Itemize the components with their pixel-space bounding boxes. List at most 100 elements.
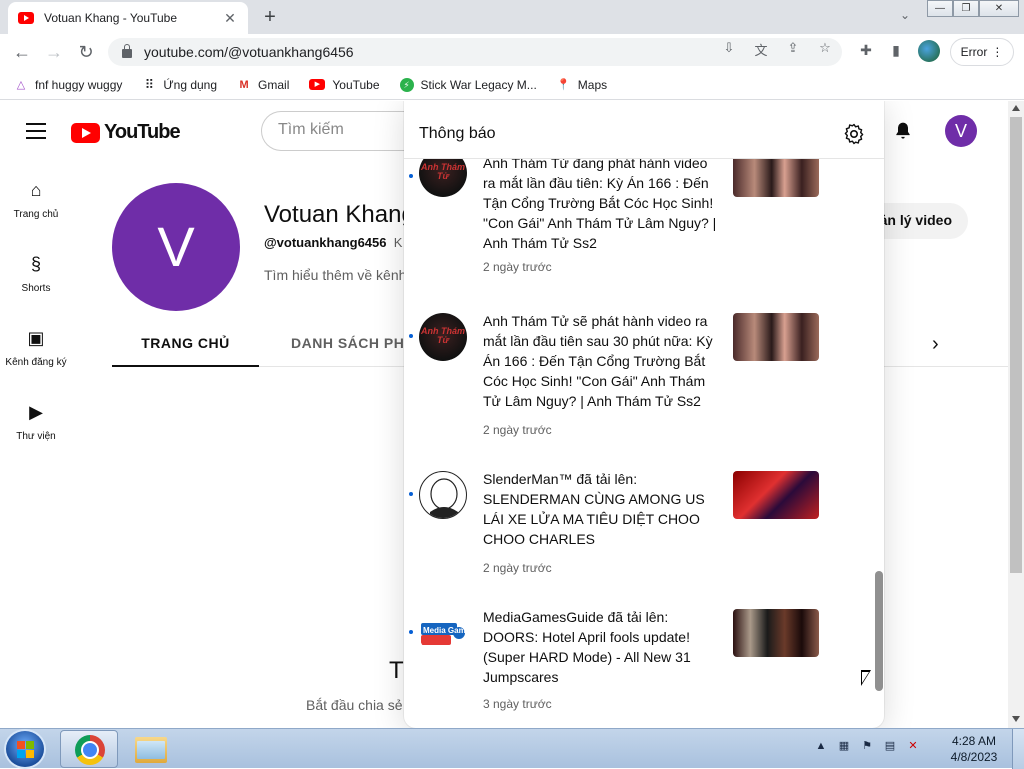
system-tray: ▲ ▦ ⚑ ▤ ✕ — [814, 739, 920, 753]
handle-text: @votuankhang6456 — [264, 235, 387, 250]
notification-item[interactable]: Anh Thám Tử Anh Thám Tử đang phát hành v… — [404, 159, 874, 303]
bookmark-maps[interactable]: 📍 Maps — [557, 78, 607, 92]
guide-label: Trang chủ — [13, 209, 59, 220]
guide-item-shorts[interactable]: § Shorts — [0, 235, 72, 309]
tab-playlists[interactable]: DANH SÁCH PHÁ — [291, 323, 415, 367]
browser-tab[interactable]: Votuan Khang - YouTube ✕ — [8, 2, 248, 34]
notification-text: MediaGamesGuide đã tải lên: DOORS: Hotel… — [483, 609, 691, 685]
empty-state-title: T — [389, 657, 404, 684]
account-avatar[interactable]: V — [945, 115, 977, 147]
notifications-panel: Anh Thám Tử Anh Thám Tử đang phát hành v… — [404, 101, 884, 728]
channel-avatar-mediagamesguide: Media Games — [419, 609, 467, 657]
scrollbar-thumb[interactable] — [1010, 117, 1022, 573]
tab-close-icon[interactable]: ✕ — [222, 10, 238, 27]
tab-home[interactable]: TRANG CHỦ — [112, 323, 259, 367]
bookmark-label: YouTube — [332, 77, 380, 92]
handle-suffix: K — [393, 235, 403, 250]
video-thumbnail — [733, 313, 819, 361]
bookmark-star-icon[interactable]: ☆ — [816, 40, 834, 58]
translate-icon[interactable]: 文 — [752, 40, 770, 58]
scroll-down-arrow-icon[interactable] — [1012, 716, 1020, 722]
slenderman-face-icon — [430, 478, 458, 518]
bookmark-label: Maps — [577, 77, 608, 92]
notifications-bell-icon[interactable] — [893, 121, 913, 141]
maximize-button[interactable]: ❐ — [953, 0, 979, 17]
forward-arrow-icon[interactable]: → — [42, 40, 66, 64]
share-icon[interactable]: ⇪ — [784, 40, 802, 58]
bookmark-label: Gmail — [258, 77, 290, 92]
library-icon: ▶ — [29, 402, 43, 422]
browser-toolbar: ← → ↻ youtube.com/@votuankhang6456 ⇩ 文 ⇪… — [0, 34, 1024, 70]
bookmarks-bar: △ fnf huggy wuggy ⠿ Ứng dụng M Gmail ▶ YouTu… — [0, 70, 1024, 100]
unread-dot — [409, 630, 413, 634]
guide-item-library[interactable]: ▶ Thư viện — [0, 383, 72, 457]
youtube-logo[interactable]: YouTube — [71, 121, 181, 144]
taskbar-clock[interactable]: 4:28 AM 4/8/2023 — [944, 733, 1004, 765]
url-text: youtube.com/@votuankhang6456 — [144, 44, 354, 60]
lock-icon — [122, 44, 132, 58]
bookmark-stickwar[interactable]: ⚡ Stick War Legacy M... — [399, 77, 537, 92]
tab-search-chevron-icon[interactable]: ⌄ — [894, 8, 916, 28]
video-thumbnail — [733, 471, 819, 519]
hamburger-menu-icon[interactable] — [26, 123, 46, 139]
reload-icon[interactable]: ↻ — [74, 40, 98, 64]
start-button[interactable] — [6, 731, 44, 767]
show-hidden-icons-icon[interactable]: ▲ — [814, 739, 828, 753]
triangle-icon: △ — [16, 78, 26, 91]
file-explorer-icon[interactable] — [135, 737, 167, 763]
notification-item[interactable]: SlenderMan™ đã tải lên: SLENDERMAN CÙNG … — [404, 469, 874, 619]
guide-label: Thư viện — [16, 431, 56, 442]
unread-dot — [409, 334, 413, 338]
guide-item-home[interactable]: ⌂ Trang chủ — [0, 161, 72, 235]
notification-item[interactable]: Anh Thám Tử Anh Thám Tử sẽ phát hành vid… — [404, 311, 874, 461]
notifications-scrollbar[interactable] — [875, 571, 883, 691]
back-arrow-icon[interactable]: ← — [10, 40, 34, 64]
network-icon[interactable]: ▦ — [837, 739, 851, 753]
windows-logo-green — [26, 741, 34, 749]
notification-time: 2 ngày trước — [483, 561, 552, 575]
window-close-button[interactable]: ✕ — [979, 0, 1019, 17]
channel-avatar-slenderman — [419, 471, 467, 519]
bookmark-label: fnf huggy wuggy — [35, 77, 123, 92]
notification-time: 3 ngày trước — [483, 697, 552, 711]
show-desktop-button[interactable] — [1012, 729, 1024, 769]
display-icon[interactable]: ▤ — [883, 739, 897, 753]
minimize-button[interactable]: — — [927, 0, 953, 17]
notifications-header: Thông báo — [404, 109, 884, 159]
search-input[interactable]: Tìm kiếm — [261, 111, 421, 151]
youtube-page: YouTube Tìm kiếm V ⌂ Trang chủ § Shorts … — [0, 101, 1008, 728]
profile-globe-icon[interactable] — [918, 40, 940, 62]
side-panel-icon[interactable]: ▮ — [886, 42, 906, 62]
bookmark-gmail[interactable]: M Gmail — [237, 78, 289, 92]
guide-label: Shorts — [21, 283, 51, 294]
chrome-icon — [75, 735, 105, 765]
page-scrollbar[interactable] — [1008, 101, 1024, 728]
bookmark-apps[interactable]: ⠿ Ứng dụng — [142, 76, 217, 92]
install-app-icon[interactable]: ⇩ — [720, 40, 738, 58]
channel-about-link[interactable]: Tìm hiểu thêm về kênh — [264, 267, 406, 283]
gear-icon[interactable] — [842, 122, 866, 146]
guide-item-subscriptions[interactable]: ▣ Kênh đăng ký — [0, 309, 72, 383]
mediagames-logo-icon: Media Games — [421, 623, 467, 645]
youtube-favicon-icon — [18, 12, 34, 24]
bookmark-label: Stick War Legacy M... — [420, 77, 537, 92]
apps-grid-icon: ⠿ — [144, 76, 155, 92]
scroll-up-arrow-icon[interactable] — [1012, 105, 1020, 111]
tab-strip: Votuan Khang - YouTube ✕ + ⌄ — ❐ ✕ — [0, 0, 1024, 34]
new-tab-button[interactable]: + — [258, 6, 282, 30]
action-center-flag-icon[interactable]: ⚑ — [860, 739, 874, 753]
clock-time: 4:28 AM — [951, 734, 997, 748]
volume-muted-icon[interactable]: ✕ — [906, 739, 920, 753]
taskbar-chrome-button[interactable] — [60, 730, 118, 768]
error-button[interactable]: Error ⋮ — [950, 38, 1014, 66]
bookmark-fnf[interactable]: △ fnf huggy wuggy — [14, 77, 123, 92]
tabs-next-chevron-icon[interactable]: › — [932, 333, 939, 356]
avatar-logo-text: Anh Thám Tử — [421, 326, 465, 345]
extensions-puzzle-icon[interactable]: ✚ — [856, 42, 876, 62]
channel-avatar-anh-tham-tu: Anh Thám Tử — [419, 159, 467, 197]
video-thumbnail — [733, 609, 819, 657]
empty-state-subtitle: Bắt đầu chia sẻ — [306, 697, 403, 713]
bookmark-youtube[interactable]: ▶ YouTube — [309, 77, 380, 92]
notification-item[interactable]: Media Games MediaGamesGuide đã tải lên: … — [404, 607, 874, 728]
clock-date: 4/8/2023 — [950, 750, 998, 764]
